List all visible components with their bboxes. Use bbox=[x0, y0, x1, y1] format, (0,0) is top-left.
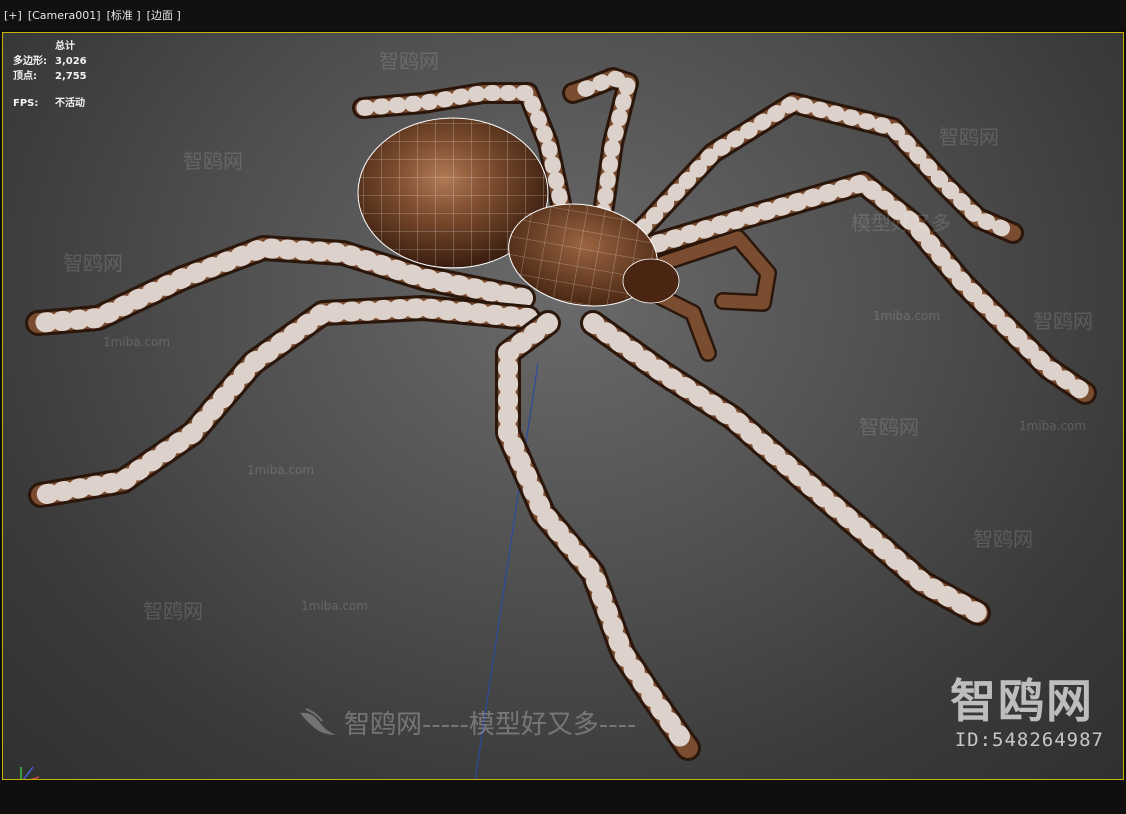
axis-gizmo-icon bbox=[9, 763, 49, 779]
verts-label: 顶点: bbox=[13, 71, 37, 82]
bottom-slogan: 智鸥网-----模型好又多---- bbox=[344, 710, 637, 740]
fps-label: FPS: bbox=[13, 98, 39, 109]
polys-value: 3,026 bbox=[55, 56, 87, 67]
status-bar bbox=[0, 780, 1126, 814]
bird-logo-icon bbox=[300, 707, 336, 735]
viewport-menubar: [+] [Camera001] [标准 ] [边面 ] bbox=[0, 0, 1126, 30]
corner-brand-watermark: 智鸥网 bbox=[950, 674, 1094, 728]
viewport-display-mode-menu[interactable]: [边面 ] bbox=[147, 7, 181, 23]
viewport-camera-menu[interactable]: [Camera001] bbox=[28, 9, 101, 22]
viewport-statistics: 总计 多边形: 3,026 顶点: 2,755 FPS: 不活动 bbox=[13, 39, 87, 111]
watermark-id: ID:548264987 bbox=[954, 729, 1104, 751]
bottom-watermark: 智鸥网-----模型好又多---- bbox=[298, 704, 636, 741]
polys-label: 多边形: bbox=[13, 56, 47, 67]
viewport-plus-menu[interactable]: [+] bbox=[4, 9, 22, 22]
fps-value: 不活动 bbox=[55, 98, 85, 109]
viewport-shading-menu[interactable]: [标准 ] bbox=[107, 7, 141, 23]
stats-title: 总计 bbox=[55, 41, 75, 52]
verts-value: 2,755 bbox=[55, 71, 87, 82]
